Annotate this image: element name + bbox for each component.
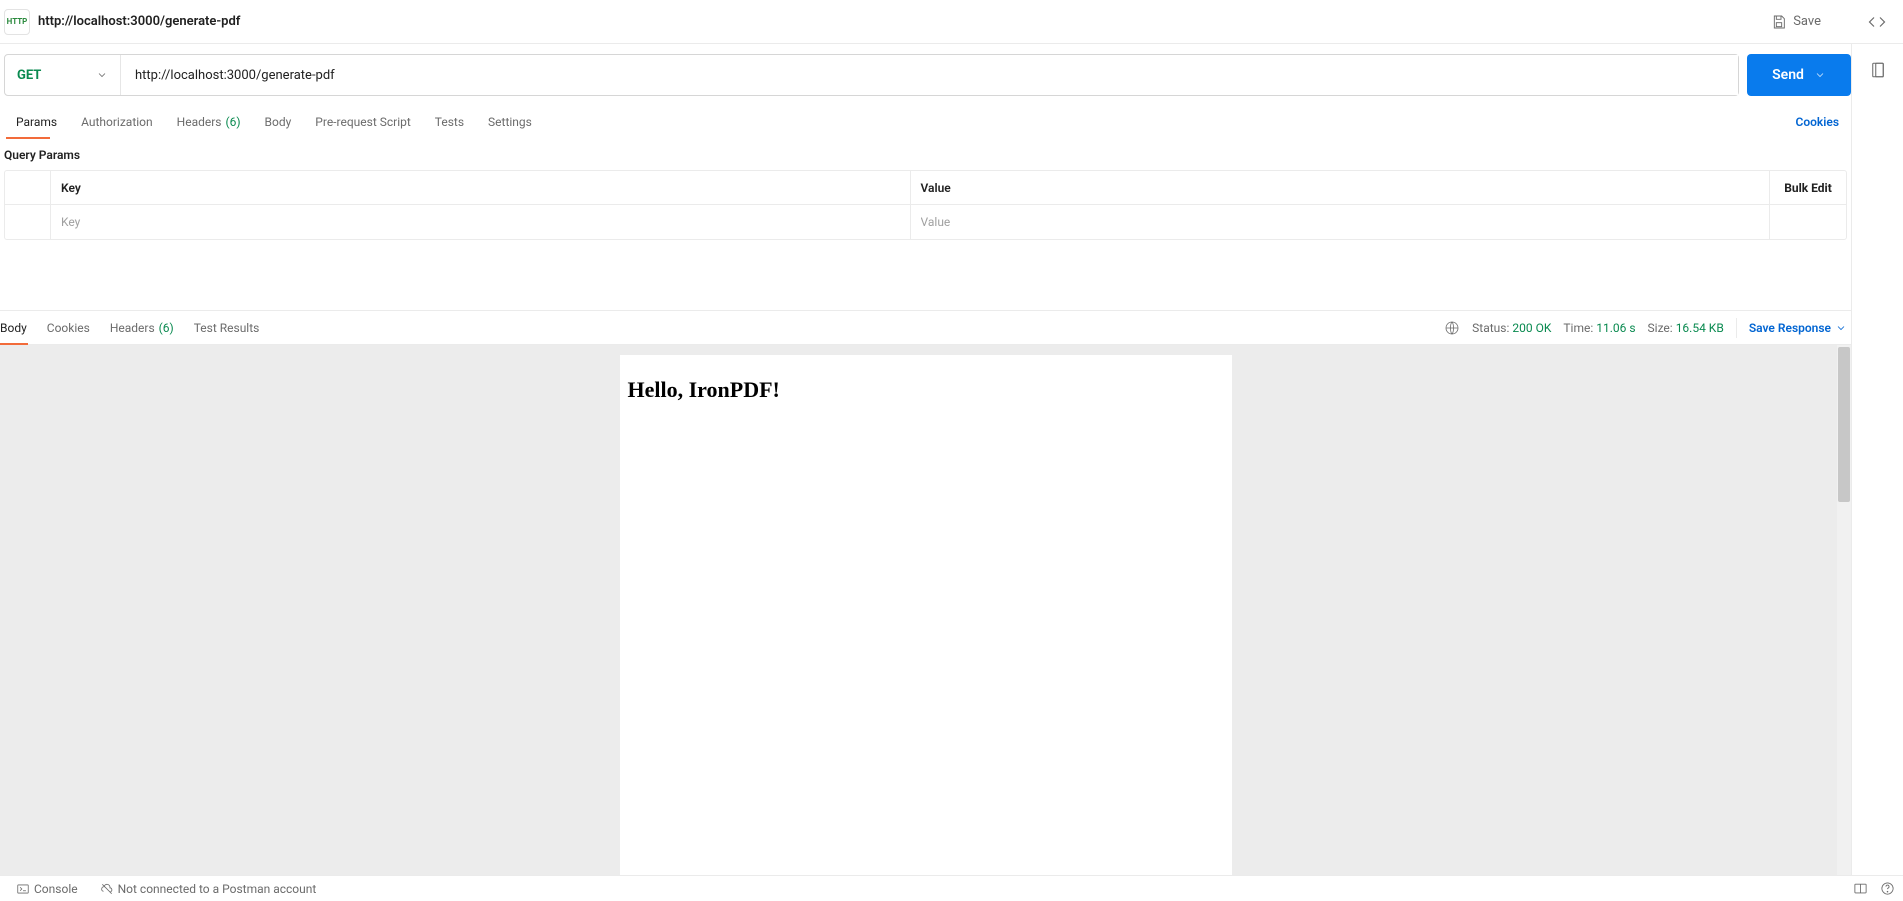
http-badge-text: HTTP bbox=[7, 17, 28, 26]
scrollbar-track[interactable] bbox=[1837, 345, 1851, 875]
send-button[interactable]: Send bbox=[1747, 54, 1851, 96]
pdf-heading: Hello, IronPDF! bbox=[628, 377, 1224, 403]
query-params-table: Key Value Bulk Edit bbox=[4, 170, 1847, 240]
tab-params-label: Params bbox=[16, 115, 57, 129]
connection-status-label: Not connected to a Postman account bbox=[118, 882, 317, 896]
footer-bar: Console Not connected to a Postman accou… bbox=[0, 875, 1903, 901]
url-row: GET Send bbox=[0, 44, 1851, 106]
help-button[interactable] bbox=[1880, 881, 1895, 896]
resp-tab-headers-count: (6) bbox=[159, 321, 174, 335]
tab-headers[interactable]: Headers (6) bbox=[165, 106, 253, 138]
status-label: Status: bbox=[1472, 321, 1509, 335]
http-method-badge: HTTP bbox=[4, 9, 30, 35]
resp-tab-testresults-label: Test Results bbox=[194, 321, 260, 335]
tab-tests-label: Tests bbox=[435, 115, 464, 129]
top-header: HTTP http://localhost:3000/generate-pdf … bbox=[0, 0, 1903, 44]
save-response-button[interactable]: Save Response bbox=[1736, 318, 1847, 338]
param-key-input[interactable] bbox=[61, 215, 900, 229]
code-panel-toggle[interactable] bbox=[1859, 13, 1895, 31]
tab-params[interactable]: Params bbox=[4, 106, 69, 138]
params-drag-handle[interactable] bbox=[5, 205, 51, 239]
code-icon bbox=[1868, 13, 1886, 31]
pdf-page: Hello, IronPDF! bbox=[620, 355, 1232, 875]
connection-status[interactable]: Not connected to a Postman account bbox=[94, 882, 323, 896]
resp-tab-cookies-label: Cookies bbox=[47, 321, 90, 335]
method-url-box: GET bbox=[4, 54, 1739, 96]
console-label: Console bbox=[34, 882, 78, 896]
documentation-icon bbox=[1869, 61, 1887, 79]
tab-authorization-label: Authorization bbox=[81, 115, 153, 129]
save-label: Save bbox=[1793, 14, 1821, 29]
two-pane-icon bbox=[1853, 881, 1868, 896]
resp-tab-body-label: Body bbox=[0, 321, 27, 335]
tab-settings-label: Settings bbox=[488, 115, 532, 129]
console-button[interactable]: Console bbox=[10, 882, 84, 896]
params-input-row bbox=[5, 205, 1846, 239]
resp-tab-body[interactable]: Body bbox=[0, 311, 37, 344]
size-label: Size: bbox=[1648, 321, 1673, 335]
two-pane-toggle[interactable] bbox=[1853, 881, 1868, 896]
params-header-row: Key Value Bulk Edit bbox=[5, 171, 1846, 205]
params-empty-cell bbox=[1770, 205, 1846, 239]
resp-tab-headers-label: Headers bbox=[110, 321, 155, 335]
response-meta: Status: 200 OK Time: 11.06 s Size: 16.54… bbox=[1444, 318, 1847, 338]
params-value-header: Value bbox=[911, 171, 1771, 204]
documentation-panel-button[interactable] bbox=[1864, 56, 1892, 84]
content-column: GET Send Params Authorization Headers (6… bbox=[0, 44, 1851, 875]
url-input[interactable] bbox=[121, 55, 1738, 95]
save-icon bbox=[1771, 14, 1787, 30]
console-icon bbox=[16, 882, 30, 896]
size-group: Size: 16.54 KB bbox=[1648, 321, 1724, 335]
param-value-input[interactable] bbox=[921, 215, 1760, 229]
params-key-header: Key bbox=[51, 171, 911, 204]
tab-tests[interactable]: Tests bbox=[423, 106, 476, 138]
cookies-link[interactable]: Cookies bbox=[1795, 115, 1847, 129]
cloud-off-icon bbox=[100, 882, 114, 896]
http-method-select[interactable]: GET bbox=[5, 55, 121, 95]
response-section: Body Cookies Headers (6) Test Results St… bbox=[0, 310, 1851, 875]
params-drag-col bbox=[5, 171, 51, 204]
params-value-cell bbox=[911, 205, 1771, 239]
time-group: Time: 11.06 s bbox=[1563, 321, 1635, 335]
request-title: http://localhost:3000/generate-pdf bbox=[38, 14, 1761, 29]
scrollbar-thumb[interactable] bbox=[1838, 347, 1850, 502]
status-group: Status: 200 OK bbox=[1472, 321, 1551, 335]
time-label: Time: bbox=[1563, 321, 1593, 335]
save-response-label: Save Response bbox=[1749, 321, 1831, 335]
save-button[interactable]: Save bbox=[1761, 8, 1831, 36]
query-params-title: Query Params bbox=[0, 138, 1851, 170]
send-label: Send bbox=[1772, 67, 1804, 83]
pdf-viewer[interactable]: Hello, IronPDF! bbox=[0, 345, 1851, 875]
request-tabs: Params Authorization Headers (6) Body Pr… bbox=[0, 106, 1851, 138]
chevron-down-icon bbox=[96, 69, 108, 81]
tab-body[interactable]: Body bbox=[253, 106, 304, 138]
params-key-cell bbox=[51, 205, 911, 239]
resp-tab-cookies[interactable]: Cookies bbox=[37, 311, 100, 344]
size-value: 16.54 KB bbox=[1676, 321, 1724, 335]
footer-left: Console Not connected to a Postman accou… bbox=[0, 882, 322, 896]
tab-headers-count: (6) bbox=[226, 115, 241, 129]
globe-icon[interactable] bbox=[1444, 320, 1460, 336]
tab-prerequest-label: Pre-request Script bbox=[315, 115, 410, 129]
main-area: GET Send Params Authorization Headers (6… bbox=[0, 44, 1903, 875]
chevron-down-icon bbox=[1835, 322, 1847, 334]
chevron-down-icon bbox=[1814, 69, 1826, 81]
resp-tab-testresults[interactable]: Test Results bbox=[184, 311, 270, 344]
bulk-edit-button[interactable]: Bulk Edit bbox=[1770, 171, 1846, 204]
tab-prerequest[interactable]: Pre-request Script bbox=[303, 106, 422, 138]
method-label: GET bbox=[17, 68, 41, 83]
tab-headers-label: Headers bbox=[177, 115, 222, 129]
response-tabs: Body Cookies Headers (6) Test Results St… bbox=[0, 311, 1851, 345]
right-rail bbox=[1851, 44, 1903, 875]
tab-body-label: Body bbox=[265, 115, 292, 129]
resp-tab-headers[interactable]: Headers (6) bbox=[100, 311, 184, 344]
footer-right bbox=[1853, 881, 1895, 896]
help-icon bbox=[1880, 881, 1895, 896]
time-value: 11.06 s bbox=[1596, 321, 1635, 335]
status-value: 200 OK bbox=[1512, 321, 1551, 335]
tab-settings[interactable]: Settings bbox=[476, 106, 544, 138]
tab-authorization[interactable]: Authorization bbox=[69, 106, 165, 138]
